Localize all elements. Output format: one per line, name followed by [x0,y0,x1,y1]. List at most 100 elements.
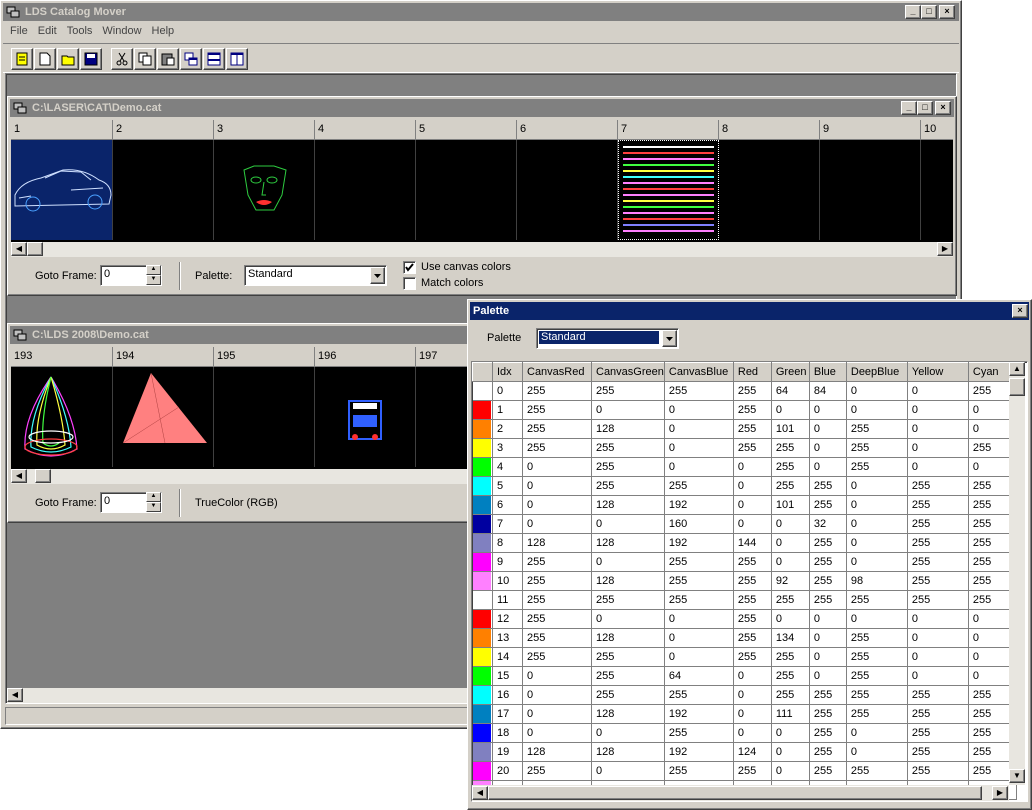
cell-red[interactable]: 255 [733,381,772,401]
color-swatch[interactable] [472,400,493,420]
cell-deepblue[interactable]: 0 [846,533,908,553]
frame-thumbnail[interactable] [618,140,719,240]
column-header-canvasred[interactable]: CanvasRed [522,362,592,382]
cell-canvasblue[interactable]: 0 [664,457,734,477]
cell-red[interactable]: 255 [733,590,772,610]
cell-deepblue[interactable]: 98 [846,571,908,591]
cell-canvasgreen[interactable]: 255 [591,685,665,705]
cell-yellow[interactable]: 0 [907,457,969,477]
cell-green[interactable]: 255 [771,647,810,667]
cell-canvasred[interactable]: 0 [522,495,592,515]
cell-green[interactable]: 0 [771,609,810,629]
cell-red[interactable]: 124 [733,742,772,762]
column-header-yellow[interactable]: Yellow [906,362,969,382]
cell-canvasgreen[interactable]: 128 [591,628,665,648]
cell-yellow[interactable]: 255 [907,495,969,515]
cell-canvasgreen[interactable]: 0 [591,723,665,743]
cell-blue[interactable]: 255 [809,590,847,610]
cell-green[interactable]: 0 [771,400,810,420]
cell-idx[interactable]: 0 [492,381,523,401]
frame-thumbnail[interactable] [921,140,953,240]
palette-row[interactable]: 5 0 255 255 0 255 255 0 255 255 [472,476,1017,496]
frame-thumbnail[interactable] [315,367,416,467]
cell-blue[interactable]: 255 [809,476,847,496]
column-header-blue[interactable]: Blue [808,362,847,382]
scroll-right-button[interactable]: ▶ [937,242,953,256]
cell-idx[interactable]: 19 [492,742,523,762]
column-header-deepblue[interactable]: DeepBlue [845,362,908,382]
cell-canvasblue[interactable]: 0 [664,438,734,458]
cell-canvasblue[interactable]: 255 [664,723,734,743]
frame-thumbnail[interactable] [416,367,473,467]
cell-yellow[interactable]: 255 [907,742,969,762]
match-colors-label[interactable]: Match colors [421,276,483,290]
cell-yellow[interactable]: 255 [907,704,969,724]
cell-blue[interactable]: 84 [809,381,847,401]
palette-row[interactable]: 2 255 128 0 255 101 0 255 0 0 [472,419,1017,439]
cell-idx[interactable]: 20 [492,761,523,781]
cell-canvasred[interactable]: 0 [522,457,592,477]
cascade-button[interactable] [180,48,202,70]
cell-yellow[interactable]: 0 [907,381,969,401]
cell-green[interactable]: 255 [771,457,810,477]
cell-red[interactable]: 255 [733,400,772,420]
cell-yellow[interactable]: 255 [907,552,969,572]
cell-red[interactable]: 255 [733,552,772,572]
minimize-button[interactable]: _ [905,5,921,19]
column-header-red[interactable]: Red [732,362,772,382]
cell-canvasblue[interactable]: 192 [664,495,734,515]
cell-yellow[interactable]: 255 [907,685,969,705]
scroll-thumb[interactable] [35,469,51,483]
frame-thumbnail[interactable] [820,140,921,240]
palette-row[interactable]: 6 0 128 192 0 101 255 0 255 255 [472,495,1017,515]
frame-thumbnail[interactable] [11,367,113,467]
cell-idx[interactable]: 8 [492,533,523,553]
scroll-left-button[interactable]: ◀ [11,469,27,483]
cell-red[interactable]: 0 [733,514,772,534]
cell-deepblue[interactable]: 0 [846,742,908,762]
cell-blue[interactable]: 0 [809,400,847,420]
cell-canvasgreen[interactable]: 255 [591,381,665,401]
frame-thumbnail[interactable] [11,140,113,240]
cell-blue[interactable]: 255 [809,742,847,762]
spin-down-icon[interactable]: ▼ [146,275,161,285]
color-swatch[interactable] [472,761,493,781]
cell-blue[interactable]: 255 [809,704,847,724]
cell-canvasblue[interactable]: 192 [664,742,734,762]
palette-dropdown-button[interactable] [370,267,385,284]
cell-deepblue[interactable]: 255 [846,628,908,648]
maximize-button[interactable]: □ [917,101,933,115]
cell-green[interactable]: 0 [771,514,810,534]
cell-red[interactable]: 255 [733,419,772,439]
color-swatch[interactable] [472,609,493,629]
copy-button[interactable] [134,48,156,70]
color-swatch[interactable] [472,723,493,743]
cell-canvasgreen[interactable]: 128 [591,571,665,591]
main-titlebar[interactable]: LDS Catalog Mover _ □ × [3,3,959,21]
close-button[interactable]: × [1012,304,1028,318]
catalog-window-1-titlebar[interactable]: C:\LASER\CAT\Demo.cat _ □ × [10,99,954,117]
cell-idx[interactable]: 5 [492,476,523,496]
scroll-left-button[interactable]: ◀ [7,688,23,702]
frame-thumbnail[interactable] [113,140,214,240]
palette-row[interactable]: 20 255 0 255 255 0 255 255 255 255 [472,761,1017,781]
cell-canvasred[interactable]: 255 [522,571,592,591]
color-swatch[interactable] [472,571,493,591]
cell-idx[interactable]: 9 [492,552,523,572]
cell-canvasgreen[interactable]: 0 [591,400,665,420]
palette-row[interactable]: 0 255 255 255 255 64 84 0 0 255 [472,381,1017,401]
cell-blue[interactable]: 255 [809,685,847,705]
cell-yellow[interactable]: 0 [907,666,969,686]
cell-canvasblue[interactable]: 255 [664,571,734,591]
cell-yellow[interactable]: 255 [907,533,969,553]
color-swatch[interactable] [472,381,493,401]
scroll-down-button[interactable]: ▼ [1009,769,1025,783]
cell-green[interactable]: 0 [771,723,810,743]
cell-green[interactable]: 134 [771,628,810,648]
palette-row[interactable]: 1 255 0 0 255 0 0 0 0 0 [472,400,1017,420]
cell-canvasgreen[interactable]: 255 [591,590,665,610]
cell-green[interactable]: 101 [771,419,810,439]
cell-deepblue[interactable]: 0 [846,609,908,629]
use-canvas-label[interactable]: Use canvas colors [421,260,511,274]
palette-row[interactable]: 3 255 255 0 255 255 0 255 0 255 [472,438,1017,458]
